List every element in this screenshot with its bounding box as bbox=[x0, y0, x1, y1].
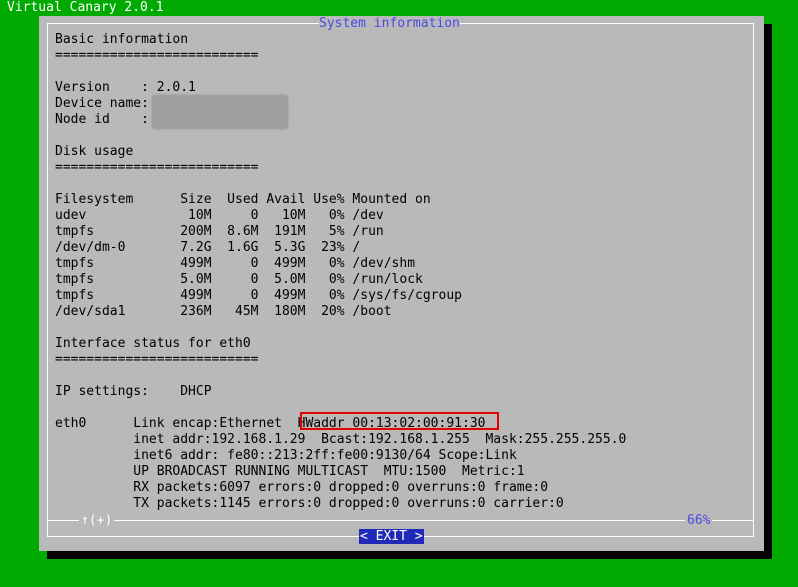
info-line: IP settings: DHCP bbox=[55, 384, 212, 399]
info-line: tmpfs 499M 0 499M 0% /sys/fs/cgroup bbox=[55, 288, 462, 303]
info-line bbox=[55, 320, 745, 336]
info-line: inet6 addr: fe80::213:2ff:fe00:9130/64 S… bbox=[55, 448, 517, 463]
scroll-up-indicator: ↑(+) bbox=[79, 513, 115, 529]
info-line: Basic information bbox=[55, 32, 189, 47]
app-title: Virtual Canary 2.0.1 bbox=[7, 0, 164, 15]
info-line: ========================== bbox=[55, 48, 259, 63]
info-line bbox=[55, 64, 745, 80]
info-line: /dev/dm-0 7.2G 1.6G 5.3G 23% / bbox=[55, 240, 361, 255]
info-line: Disk usage bbox=[55, 144, 134, 159]
info-line: ========================== bbox=[55, 160, 259, 175]
hwaddr-highlight-box bbox=[300, 412, 499, 430]
info-line: Filesystem Size Used Avail Use% Mounted … bbox=[55, 192, 431, 207]
system-information-dialog: System information Basic information ===… bbox=[39, 16, 764, 551]
info-line: TX packets:1145 errors:0 dropped:0 overr… bbox=[55, 496, 564, 511]
exit-button[interactable]: < EXIT > bbox=[359, 529, 424, 544]
info-line: tmpfs 499M 0 499M 0% /dev/shm bbox=[55, 256, 416, 271]
scroll-percent: 66% bbox=[685, 513, 713, 529]
redacted-device-info bbox=[153, 96, 287, 128]
info-line: UP BROADCAST RUNNING MULTICAST MTU:1500 … bbox=[55, 464, 525, 479]
info-line: udev 10M 0 10M 0% /dev bbox=[55, 208, 384, 223]
info-line: inet addr:192.168.1.29 Bcast:192.168.1.2… bbox=[55, 432, 627, 447]
info-line: ========================== bbox=[55, 352, 259, 367]
info-line: tmpfs 200M 8.6M 191M 5% /run bbox=[55, 224, 384, 239]
info-line: /dev/sda1 236M 45M 180M 20% /boot bbox=[55, 304, 392, 319]
info-line: tmpfs 5.0M 0 5.0M 0% /run/lock bbox=[55, 272, 423, 287]
dialog-title: System information bbox=[319, 16, 460, 32]
info-line: RX packets:6097 errors:0 dropped:0 overr… bbox=[55, 480, 549, 495]
info-line bbox=[55, 176, 745, 192]
info-line bbox=[55, 368, 745, 384]
info-line: Interface status for eth0 bbox=[55, 336, 251, 351]
info-line: Version : 2.0.1 bbox=[55, 80, 196, 95]
bottom-divider bbox=[47, 520, 754, 521]
info-line bbox=[55, 128, 745, 144]
